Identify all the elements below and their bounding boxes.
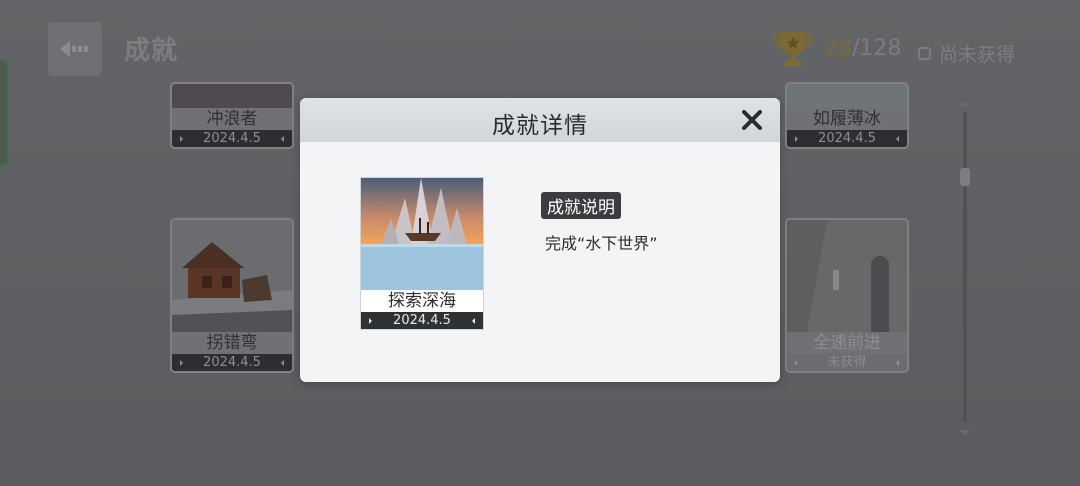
achievement-date: 2024.4.5 bbox=[361, 312, 483, 329]
locked-scene-image bbox=[787, 220, 907, 332]
description-text: 完成“水下世界” bbox=[545, 234, 658, 253]
scrollbar[interactable] bbox=[963, 112, 967, 422]
back-button[interactable] bbox=[48, 22, 102, 76]
description-label: 成就说明 bbox=[541, 192, 621, 219]
achievement-detail-dialog: 成就详情 探索深海 2024.4.5 成就说明 完成“水下世界” bbox=[300, 98, 780, 382]
achievement-name: 全速前进 bbox=[787, 332, 907, 354]
achievement-card: 探索深海 2024.4.5 bbox=[360, 177, 484, 330]
page-title: 成就 bbox=[124, 36, 179, 66]
achievement-image bbox=[787, 220, 907, 332]
achievement-count: 28/128 bbox=[824, 36, 901, 61]
trophy-icon bbox=[773, 32, 813, 66]
dialog-header: 成就详情 bbox=[300, 98, 780, 142]
side-tab[interactable] bbox=[0, 60, 8, 166]
achieved-count: 28 bbox=[824, 36, 852, 61]
cabin-image bbox=[172, 220, 292, 332]
back-arrow-icon bbox=[60, 41, 88, 57]
close-icon[interactable] bbox=[740, 108, 764, 132]
achievement-date: 2024.4.5 bbox=[787, 130, 907, 147]
filter-checkbox[interactable] bbox=[918, 47, 931, 60]
scroll-down-arrow[interactable] bbox=[960, 430, 970, 440]
scroll-up-arrow[interactable] bbox=[960, 96, 970, 106]
achievement-image bbox=[361, 178, 483, 290]
achievement-date: 2024.4.5 bbox=[172, 354, 292, 371]
achievement-date: 2024.4.5 bbox=[172, 130, 292, 147]
achievement-card[interactable]: 拐错弯 2024.4.5 bbox=[170, 218, 294, 373]
achievement-card[interactable]: 冲浪者 2024.4.5 bbox=[170, 82, 294, 149]
achievement-card[interactable]: 全速前进 未获得 bbox=[785, 218, 909, 373]
dialog-title: 成就详情 bbox=[492, 113, 588, 139]
achievement-name: 拐错弯 bbox=[172, 332, 292, 354]
filter-label: 尚未获得 bbox=[939, 44, 1016, 66]
achievement-image bbox=[787, 84, 907, 108]
achievement-card[interactable]: 如履薄冰 2024.4.5 bbox=[785, 82, 909, 149]
achievement-image bbox=[172, 84, 292, 108]
ship-scene-image bbox=[361, 178, 483, 290]
total-count: /128 bbox=[852, 36, 902, 61]
scrollbar-thumb[interactable] bbox=[960, 168, 970, 186]
achievement-status: 未获得 bbox=[787, 354, 907, 371]
achievement-name: 冲浪者 bbox=[172, 108, 292, 130]
unachieved-filter[interactable]: 尚未获得 bbox=[918, 40, 1015, 67]
achievement-name: 如履薄冰 bbox=[787, 108, 907, 130]
achievement-name: 探索深海 bbox=[388, 291, 456, 311]
achievement-image bbox=[172, 220, 292, 332]
